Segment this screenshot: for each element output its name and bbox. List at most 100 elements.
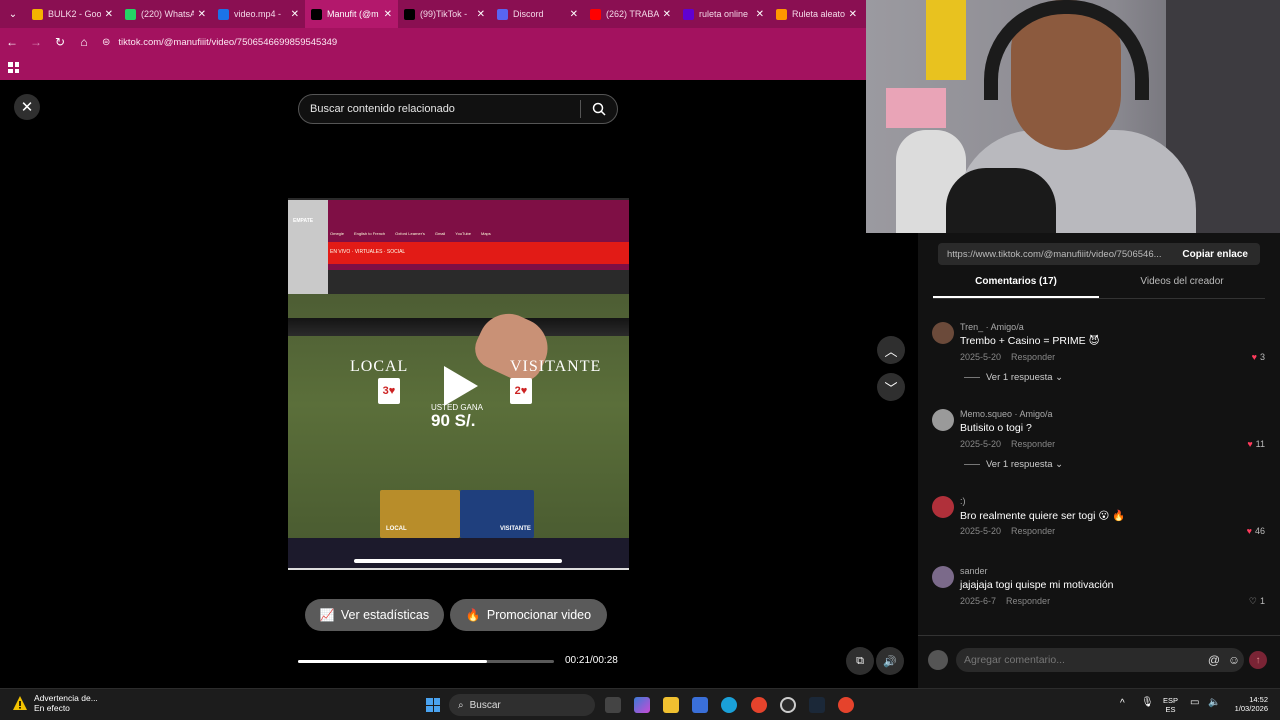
tab-close-icon[interactable]: ✕ <box>849 9 857 20</box>
copy-link-button[interactable]: Copiar enlace <box>1174 249 1260 260</box>
tab-close-icon[interactable]: ✕ <box>291 9 299 20</box>
site-settings-icon[interactable]: ⊜ <box>102 37 110 48</box>
bet-local-area: LOCAL <box>380 490 460 538</box>
browser-tab[interactable]: (220) WhatsA ✕ <box>119 0 212 28</box>
file-explorer-icon[interactable] <box>663 697 679 713</box>
tab-close-icon[interactable]: ✕ <box>105 9 113 20</box>
edge-icon[interactable] <box>721 697 737 713</box>
volume-icon[interactable]: 🔈 <box>1208 698 1220 708</box>
home-icon[interactable]: ⌂ <box>72 35 96 49</box>
stats-button[interactable]: 📈 Ver estadísticas <box>305 599 444 631</box>
language-indicator[interactable]: ESP ES <box>1163 696 1178 714</box>
clock[interactable]: 14:52 1/03/2026 <box>1228 695 1268 713</box>
flame-icon: 🔥 <box>465 608 481 622</box>
commenter-avatar[interactable] <box>932 409 954 431</box>
search-input[interactable]: Buscar contenido relacionado <box>299 103 580 115</box>
back-icon[interactable]: ← <box>0 35 24 49</box>
emoji-icon[interactable]: ☺ <box>1224 653 1244 667</box>
video-table-rail <box>288 318 629 336</box>
browser-tab[interactable]: Ruleta aleato ✕ <box>770 0 863 28</box>
view-replies-button[interactable]: Ver 1 respuesta ⌄ <box>964 459 1063 470</box>
store-icon[interactable] <box>692 697 708 713</box>
task-view-icon[interactable] <box>605 697 621 713</box>
tab-close-icon[interactable]: ✕ <box>384 9 392 20</box>
tab-close-icon[interactable]: ✕ <box>570 9 578 20</box>
like-button[interactable]: ♥ 46 <box>1247 526 1265 536</box>
play-icon[interactable] <box>444 366 478 406</box>
close-viewer-button[interactable]: ✕ <box>14 94 40 120</box>
obs-icon[interactable] <box>780 697 796 713</box>
chrome-profile-icon[interactable] <box>838 697 854 713</box>
network-icon[interactable]: ▭ <box>1190 698 1199 708</box>
weather-warning-widget[interactable]: Advertencia de... En efecto <box>12 693 98 713</box>
forward-icon[interactable]: → <box>24 35 48 49</box>
comment-input-placeholder: Agregar comentario... <box>964 654 1065 666</box>
bet-visitante-area: VISITANTE <box>460 490 534 538</box>
browser-tab[interactable]: Discord ✕ <box>491 0 584 28</box>
comment-item: :) Bro realmente quiere ser togi 😮 🔥 2025-… <box>932 496 1267 566</box>
comment-text: Bro realmente quiere ser togi 😮 🔥 <box>960 510 1126 522</box>
comment-author[interactable]: Tren_ · Amigo/a <box>960 322 1024 332</box>
apps-grid-icon[interactable] <box>8 62 19 73</box>
copilot-icon[interactable] <box>634 697 650 713</box>
browser-tab[interactable]: video.mp4 - ✕ <box>212 0 305 28</box>
taskbar-search[interactable]: ⌕ Buscar <box>449 694 595 716</box>
wheel-icon <box>776 8 787 20</box>
reply-button[interactable]: Responder <box>1011 526 1055 536</box>
browser-tab[interactable]: (262) TRABA ✕ <box>584 0 677 28</box>
playback-time: 00:21/00:28 <box>565 655 618 666</box>
commenter-avatar[interactable] <box>932 322 954 344</box>
send-button[interactable]: ↑ <box>1249 651 1267 669</box>
share-link-url[interactable]: https://www.tiktok.com/@manufiiit/video/… <box>938 249 1174 260</box>
tab-search-menu-icon[interactable]: ⌄ <box>0 0 26 28</box>
search-button[interactable] <box>581 102 617 116</box>
reply-button[interactable]: Responder <box>1011 439 1055 449</box>
video-bookmarks: Omegle English to French Oxford Learner's G… <box>330 231 491 236</box>
like-button[interactable]: ♥ 3 <box>1252 352 1265 362</box>
tab-close-icon[interactable]: ✕ <box>477 9 485 20</box>
user-avatar <box>928 650 948 670</box>
tab-creator-videos[interactable]: Videos del creador <box>1099 276 1265 298</box>
tab-comments[interactable]: Comentarios (17) <box>933 276 1099 298</box>
tab-close-icon[interactable]: ✕ <box>198 9 206 20</box>
tab-close-icon[interactable]: ✕ <box>663 9 671 20</box>
mention-icon[interactable]: @ <box>1204 653 1224 667</box>
youtube-icon <box>590 8 601 20</box>
tabs-divider <box>933 298 1265 299</box>
like-button[interactable]: ♥ 11 <box>1247 439 1265 449</box>
browser-tab[interactable]: BULK2 - Goo ✕ <box>26 0 119 28</box>
video-player[interactable]: Omegle English to French Oxford Learner's G… <box>288 198 629 570</box>
next-video-button[interactable]: ﹀ <box>877 373 905 401</box>
microphone-icon[interactable]: 🎙 <box>1141 698 1154 708</box>
volume-button[interactable]: 🔊 <box>876 647 904 675</box>
related-search-box[interactable]: Buscar contenido relacionado <box>298 94 618 124</box>
reply-button[interactable]: Responder <box>1011 352 1055 362</box>
seek-bar[interactable] <box>298 660 554 663</box>
comment-author[interactable]: sander <box>960 566 988 576</box>
previous-video-button[interactable]: ︿ <box>877 336 905 364</box>
reload-icon[interactable]: ↻ <box>48 35 72 49</box>
tray-expand-icon[interactable]: ^ <box>1120 699 1125 709</box>
promote-button[interactable]: 🔥 Promocionar video <box>450 599 607 631</box>
comment-input[interactable]: Agregar comentario... @ ☺ <box>956 648 1244 672</box>
steam-icon[interactable] <box>809 697 825 713</box>
pip-button[interactable]: ⧉ <box>846 647 874 675</box>
browser-tab[interactable]: ruleta online ✕ <box>677 0 770 28</box>
like-count: 46 <box>1254 526 1265 536</box>
commenter-avatar[interactable] <box>932 566 954 588</box>
tab-title: Manufit (@m <box>327 9 379 19</box>
tab-close-icon[interactable]: ✕ <box>756 9 764 20</box>
comment-author[interactable]: :) <box>960 496 966 506</box>
browser-tab[interactable]: Manufit (@m ✕ <box>305 0 398 28</box>
url-field[interactable]: ⊜ tiktok.com/@manufiiit/video/7506546699… <box>102 37 337 48</box>
view-replies-button[interactable]: Ver 1 respuesta ⌄ <box>964 372 1063 383</box>
browser-tab[interactable]: (99)TikTok - ✕ <box>398 0 491 28</box>
comment-author[interactable]: Memo.squeo · Amigo/a <box>960 409 1053 419</box>
chrome-icon[interactable] <box>751 697 767 713</box>
arrow-up-icon: ↑ <box>1255 654 1261 666</box>
reply-button[interactable]: Responder <box>1006 596 1050 606</box>
commenter-avatar[interactable] <box>932 496 954 518</box>
drive-icon <box>218 8 229 20</box>
windows-start-icon[interactable] <box>426 698 440 712</box>
like-button[interactable]: ♡ 1 <box>1249 596 1265 607</box>
